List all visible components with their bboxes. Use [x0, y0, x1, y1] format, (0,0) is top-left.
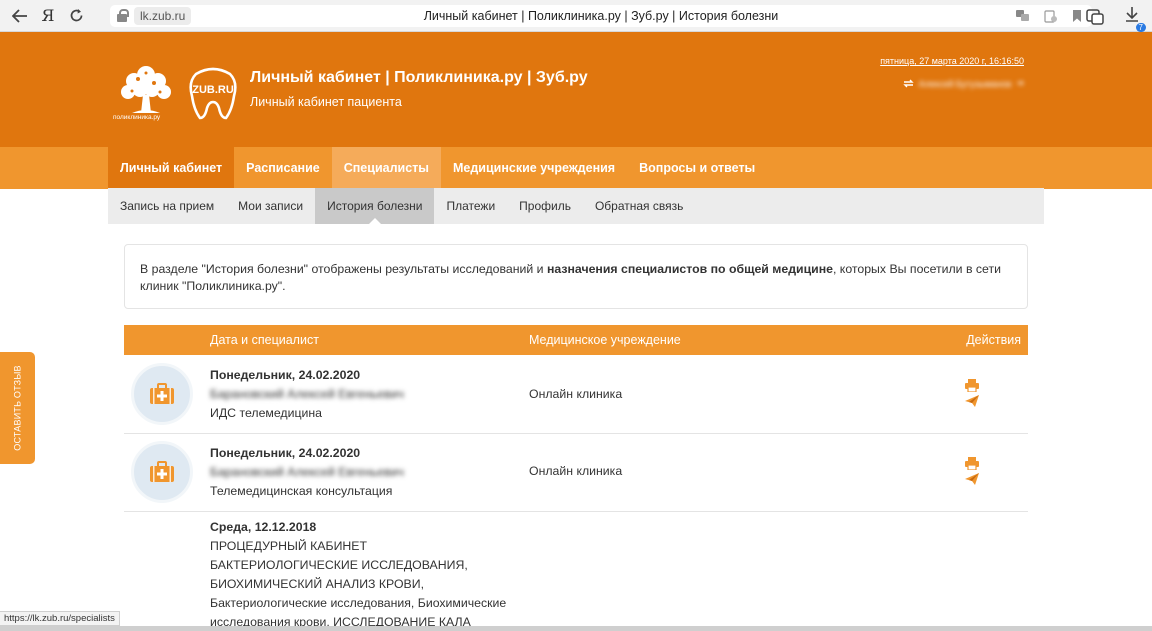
tab-title: Личный кабинет | Поликлиника.ру | Зуб.ру… — [423, 9, 779, 23]
main-nav-item-faq[interactable]: Вопросы и ответы — [627, 147, 767, 189]
switch-user-icon — [902, 79, 914, 88]
sub-nav-item-feedback[interactable]: Обратная связь — [583, 188, 695, 224]
record-date: Среда, 12.12.2018 — [210, 520, 317, 534]
site-subtitle: Личный кабинет пациента — [250, 95, 402, 109]
column-header-date-specialist: Дата и специалист — [210, 333, 319, 347]
info-text-bold: назначения специалистов по общей медицин… — [546, 262, 833, 276]
record-doctor: Барановский Алексей Евгеньевич — [210, 465, 404, 479]
download-icon — [1126, 7, 1138, 22]
reload-icon — [70, 9, 82, 22]
yandex-button[interactable]: Я — [34, 2, 62, 30]
record-date: Понедельник, 24.02.2020 — [210, 368, 361, 382]
bookmark-icon[interactable] — [1072, 9, 1082, 22]
record-line: БАКТЕРИОЛОГИЧЕСКИЕ ИССЛЕДОВАНИЯ, — [210, 558, 468, 572]
downloads-button[interactable]: 7 — [1124, 6, 1146, 32]
printer-icon[interactable] — [965, 457, 979, 470]
arrow-left-icon — [12, 8, 27, 23]
sub-nav-item-history[interactable]: История болезни — [315, 188, 435, 224]
lock-icon — [117, 9, 129, 23]
zub-tooth-logo[interactable]: ZUB.RU — [186, 66, 240, 120]
sub-nav: Запись на прием Мои записи История болез… — [108, 188, 1044, 224]
feedback-tab-label: ОСТАВИТЬ ОТЗЫВ — [12, 365, 23, 451]
table-row: Понедельник, 24.02.2020 Барановский Алек… — [124, 355, 1028, 434]
address-bar[interactable]: lk.zub.ru Личный кабинет | Поликлиника.р… — [110, 5, 1092, 27]
sub-nav-item-payments[interactable]: Платежи — [434, 188, 507, 224]
briefcase-medical-icon — [150, 383, 174, 404]
reader-icon[interactable] — [1044, 9, 1058, 23]
polyclinic-logo-label: поликлиника.ру — [113, 114, 161, 121]
record-service: Телемедицинская консультация — [210, 484, 393, 498]
translate-icon[interactable] — [1016, 9, 1030, 22]
column-header-institution: Медицинское учреждение — [529, 333, 681, 347]
medical-avatar — [131, 363, 193, 425]
paper-plane-icon[interactable] — [965, 473, 979, 485]
record-institution: Онлайн клиника — [529, 387, 623, 401]
username: Алексей Бутузыманов — [918, 78, 1012, 89]
table-row: Понедельник, 24.02.2020 Барановский Алек… — [124, 434, 1028, 512]
reload-button[interactable] — [62, 2, 90, 30]
history-info-box: В разделе "История болезни" отображены р… — [124, 244, 1028, 309]
yandex-logo: Я — [41, 6, 55, 25]
sub-nav-item-my-records[interactable]: Мои записи — [226, 188, 315, 224]
current-datetime: пятница, 27 марта 2020 г, 16:16:50 — [880, 56, 1024, 66]
sub-nav-item-profile[interactable]: Профиль — [507, 188, 583, 224]
record-institution: Онлайн клиника — [529, 464, 623, 478]
logout-arrow-icon[interactable]: ➔ — [1016, 78, 1024, 89]
main-nav-item-schedule[interactable]: Расписание — [234, 147, 332, 189]
user-account-link[interactable]: Алексей Бутузыманов ➔ — [902, 78, 1024, 89]
site-title: Личный кабинет | Поликлиника.ру | Зуб.ру — [250, 69, 588, 86]
main-nav-item-institutions[interactable]: Медицинские учреждения — [441, 147, 627, 189]
info-text-before: В разделе "История болезни" отображены р… — [140, 262, 547, 276]
main-nav-item-cabinet[interactable]: Личный кабинет — [108, 147, 235, 189]
table-row: Среда, 12.12.2018 ПРОЦЕДУРНЫЙ КАБИНЕТ БА… — [124, 512, 1028, 626]
medical-avatar — [131, 441, 193, 503]
printer-icon[interactable] — [965, 379, 979, 392]
record-doctor: Барановский Алексей Евгеньевич — [210, 387, 404, 401]
sub-nav-item-appointment[interactable]: Запись на прием — [108, 188, 226, 224]
leave-feedback-tab[interactable]: ОСТАВИТЬ ОТЗЫВ — [0, 352, 35, 464]
record-line: исследования крови, ИССЛЕДОВАНИЕ КАЛА — [210, 615, 471, 626]
record-service: ИДС телемедицина — [210, 406, 323, 420]
main-nav-item-specialists[interactable]: Специалисты — [331, 147, 441, 189]
zub-logo-text: ZUB.RU — [192, 84, 234, 96]
bottom-strip — [0, 626, 1152, 631]
download-count-badge: 7 — [1135, 23, 1146, 32]
record-line: Бактериологические исследования, Биохими… — [210, 596, 507, 610]
site-header: поликлиника.ру ZUB.RU Личный кабинет | П… — [0, 32, 1152, 147]
back-button[interactable] — [6, 2, 34, 30]
feedback-chat-icon[interactable] — [1086, 8, 1104, 26]
paper-plane-icon[interactable] — [965, 395, 979, 407]
history-table-header: Дата и специалист Медицинское учреждение… — [124, 325, 1028, 355]
main-nav: Личный кабинет Расписание Специалисты Ме… — [0, 147, 1152, 189]
domain-chip: lk.zub.ru — [134, 7, 192, 25]
record-line: БИОХИМИЧЕСКИЙ АНАЛИЗ КРОВИ, — [210, 577, 425, 591]
status-bar-url: https://lk.zub.ru/specialists — [0, 611, 120, 626]
record-date: Понедельник, 24.02.2020 — [210, 446, 361, 460]
browser-toolbar: Я lk.zub.ru Личный кабинет | Поликлиника… — [0, 0, 1152, 32]
column-header-actions: Действия — [966, 333, 1021, 347]
briefcase-medical-icon — [150, 461, 174, 482]
record-line: ПРОЦЕДУРНЫЙ КАБИНЕТ — [210, 539, 368, 553]
